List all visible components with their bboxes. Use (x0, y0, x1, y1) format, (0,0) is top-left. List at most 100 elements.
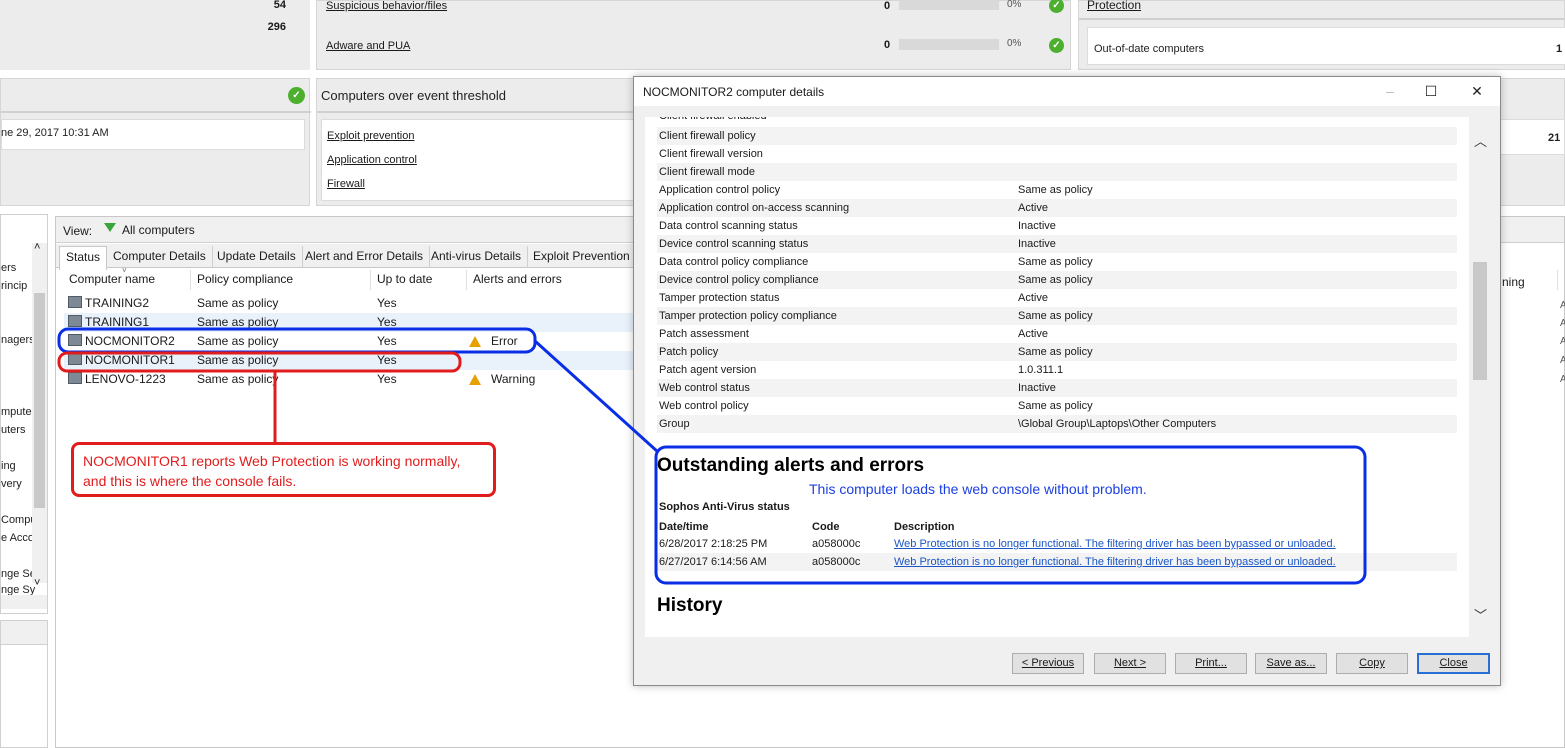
protection-title[interactable]: Protection (1087, 0, 1141, 12)
minimize-icon[interactable]: – (1380, 81, 1400, 101)
tab-alert-error-details[interactable]: Alert and Error Details (299, 246, 431, 268)
save-as-button[interactable]: Save as... (1255, 653, 1327, 674)
table-row[interactable]: TRAINING1 Same as policy Yes (64, 313, 634, 332)
scroll-up-icon[interactable]: ︿ (1474, 131, 1487, 150)
scroll-down-icon[interactable]: ﹀ (1474, 605, 1487, 624)
computer-name: NOCMONITOR2 (85, 334, 175, 348)
threat-link-adware[interactable]: Adware and PUA (326, 40, 410, 52)
alert-row: 6/28/2017 2:18:25 PM a058000c Web Protec… (657, 535, 1457, 553)
sidebar-item[interactable]: ing (1, 460, 16, 472)
sidebar: ers rincip nagers mpute uters ing very C… (0, 214, 48, 614)
detail-row: Patch assessment Active (657, 325, 1457, 343)
sidebar-item[interactable]: ers (1, 262, 16, 274)
sidebar-item[interactable]: nge Se (1, 568, 36, 580)
row-cutoff-marker: A (1560, 318, 1565, 329)
col-header-partial[interactable]: ning (1502, 275, 1525, 289)
divider (1, 111, 311, 113)
filter-icon[interactable] (104, 223, 116, 232)
close-icon[interactable]: ✕ (1467, 81, 1487, 101)
threat-count: 0 (884, 39, 891, 51)
detail-row: Web control policy Same as policy (657, 397, 1457, 415)
sidebar-scroll-thumb[interactable] (34, 293, 45, 508)
detail-value: Inactive (1018, 220, 1056, 232)
col-divider (370, 270, 371, 290)
threat-progress-bar (899, 39, 999, 50)
threat-link-suspicious[interactable]: Suspicious behavior/files (326, 0, 447, 12)
tab-update-details[interactable]: Update Details (211, 246, 303, 268)
detail-value: \Global Group\Laptops\Other Computers (1018, 418, 1217, 430)
ok-check-icon: ✓ (1049, 0, 1064, 13)
scroll-down-icon[interactable]: ˅ (34, 577, 40, 589)
table-row[interactable]: LENOVO-1223 Same as policy Yes Warning (64, 370, 634, 389)
scroll-up-icon[interactable]: ˄ (34, 241, 40, 253)
alert-description-link[interactable]: Web Protection is no longer functional. … (894, 553, 1336, 571)
detail-key: Web control policy (659, 400, 749, 412)
threshold-link-exploit[interactable]: Exploit prevention (327, 130, 414, 142)
detail-row-cut: Client firewall enabled (657, 117, 1457, 125)
sidebar-item[interactable]: rincip (1, 280, 27, 292)
table-row[interactable]: NOCMONITOR2 Same as policy Yes Error (64, 332, 634, 351)
table-row[interactable]: TRAINING2 Same as policy Yes (64, 294, 634, 313)
col-divider (1557, 270, 1558, 290)
threshold-title: Computers over event threshold (321, 88, 506, 103)
threshold-link-appcontrol[interactable]: Application control (327, 154, 417, 166)
copy-button[interactable]: Copy (1336, 653, 1408, 674)
dialog-content: Client firewall enabled Client firewall … (645, 117, 1469, 637)
alert-status: Warning (491, 372, 536, 386)
alert-description-link[interactable]: Web Protection is no longer functional. … (894, 535, 1336, 553)
detail-key: Tamper protection status (659, 292, 780, 304)
sidebar-item[interactable]: very (1, 478, 22, 490)
detail-key: Group (659, 418, 690, 430)
tab-status[interactable]: Status (59, 246, 108, 270)
detail-value: Inactive (1018, 382, 1056, 394)
col-divider (466, 270, 467, 290)
sidebar-scrollbar[interactable] (32, 243, 47, 583)
detail-row: Tamper protection policy compliance Same … (657, 307, 1457, 325)
col-header-policy-compliance[interactable]: Policy compliance (197, 272, 293, 286)
detail-row: Tamper protection status Active (657, 289, 1457, 307)
col-header-up-to-date[interactable]: Up to date (377, 272, 432, 286)
tab-computer-details[interactable]: Computer Details (107, 246, 213, 268)
up-to-date: Yes (377, 334, 397, 348)
detail-key: Client firewall policy (659, 130, 756, 142)
policy-compliance: Same as policy (197, 334, 279, 348)
threshold-link-firewall[interactable]: Firewall (327, 178, 365, 190)
col-divider (190, 270, 191, 290)
dialog-scroll-thumb[interactable] (1473, 262, 1487, 380)
close-button[interactable]: Close (1417, 653, 1490, 674)
av-status-heading: Sophos Anti-Virus status (659, 501, 790, 513)
sidebar-item[interactable]: nagers (1, 334, 35, 346)
warning-icon (469, 336, 481, 347)
previous-button[interactable]: < Previous (1012, 653, 1084, 674)
alert-col-date: Date/time (659, 521, 709, 533)
sidebar-lower-header (1, 621, 47, 645)
view-filter-dropdown[interactable]: All computers (122, 223, 195, 237)
next-button[interactable]: Next > (1094, 653, 1166, 674)
dialog-scrollbar[interactable]: ︿ ﹀ (1470, 117, 1490, 637)
detail-key: Client firewall version (659, 148, 763, 160)
detail-key: Client firewall mode (659, 166, 755, 178)
ok-check-icon: ✓ (1049, 38, 1064, 53)
detail-key: Patch assessment (659, 328, 749, 340)
sidebar-item[interactable]: uters (1, 424, 25, 436)
tab-antivirus-details[interactable]: Anti-virus Details (425, 246, 529, 268)
table-row[interactable]: NOCMONITOR1 Same as policy Yes (64, 351, 634, 370)
sidebar-item[interactable]: mpute (1, 406, 32, 418)
sidebar-hscroll[interactable] (1, 595, 47, 609)
policy-compliance: Same as policy (197, 353, 279, 367)
col-header-alerts-errors[interactable]: Alerts and errors (473, 272, 562, 286)
up-to-date: Yes (377, 315, 397, 329)
sidebar-item[interactable]: e Acco (1, 532, 34, 544)
print-button[interactable]: Print... (1175, 653, 1247, 674)
row-cutoff-marker: A (1560, 300, 1565, 311)
maximize-icon[interactable]: ☐ (1421, 81, 1441, 101)
detail-key: Application control on-access scanning (659, 202, 850, 214)
detail-key: Device control policy compliance (659, 274, 819, 286)
detail-row: Client firewall mode (657, 163, 1457, 181)
tab-exploit-prevention[interactable]: Exploit Prevention (527, 246, 637, 268)
col-header-computer-name[interactable]: Computer name (69, 272, 155, 286)
threats-panel: Suspicious behavior/files 0 0% ✓ Adware … (316, 0, 1071, 70)
detail-value: Same as policy (1018, 256, 1093, 268)
dialog-titlebar[interactable]: NOCMONITOR2 computer details – ☐ ✕ (634, 77, 1500, 106)
up-to-date: Yes (377, 353, 397, 367)
